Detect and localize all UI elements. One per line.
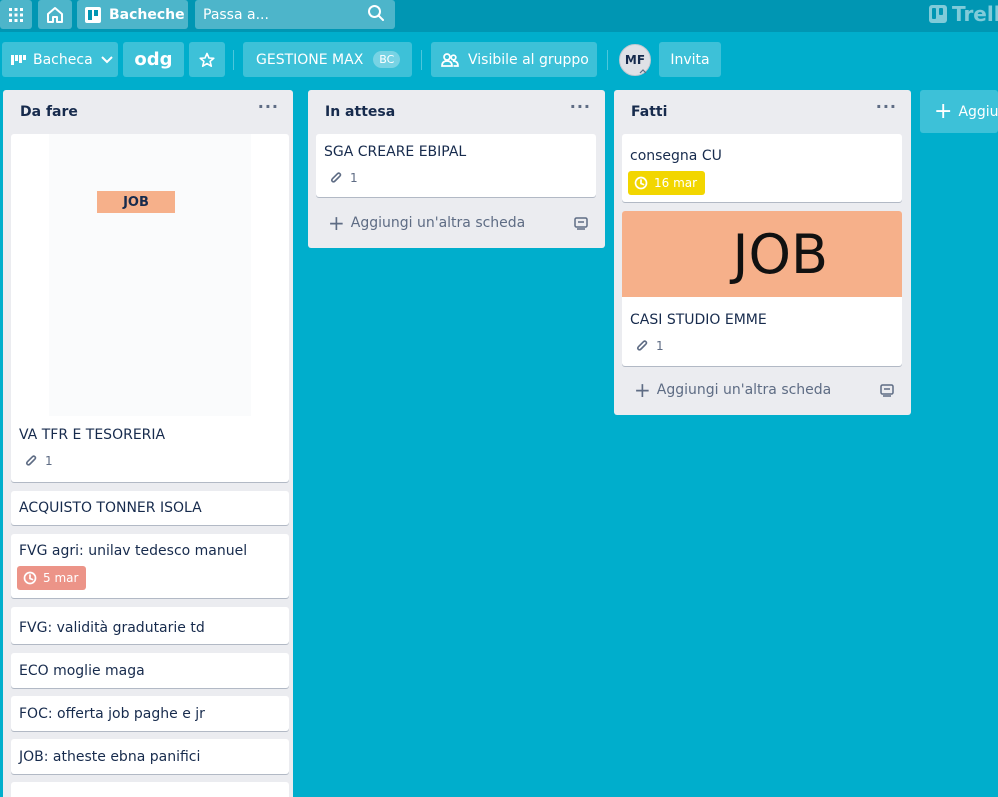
apps-button[interactable] bbox=[0, 0, 32, 29]
paperclip-icon bbox=[25, 455, 37, 466]
list-menu-button[interactable]: ··· bbox=[570, 99, 591, 115]
card-title: CASI STUDIO EMME bbox=[630, 312, 767, 328]
card-title: consegna CU bbox=[630, 148, 722, 164]
top-navigation-bar: Bacheche Passa a... Trello bbox=[0, 0, 998, 32]
clock-icon bbox=[23, 571, 37, 585]
due-date-badge[interactable]: 5 mar bbox=[17, 566, 87, 590]
plus-icon: + bbox=[934, 98, 953, 124]
plus-icon: + bbox=[328, 211, 345, 235]
plus-icon: + bbox=[634, 378, 651, 402]
home-icon bbox=[47, 6, 63, 23]
star-board-button[interactable] bbox=[189, 42, 225, 77]
due-date-text: 5 mar bbox=[43, 571, 79, 585]
card-cover-image: JOB bbox=[622, 211, 902, 297]
team-visibility-icon bbox=[441, 52, 459, 67]
card[interactable]: FOC: offerta job paghe e jr bbox=[11, 696, 289, 731]
trello-logo[interactable]: Trello bbox=[929, 2, 998, 26]
list-header[interactable]: Da fare ··· bbox=[3, 90, 293, 134]
list-fatti: Fatti ··· consegna CU 16 mar JOB CASI ST… bbox=[614, 90, 911, 415]
card-badges: 1 bbox=[19, 454, 53, 468]
invite-button[interactable]: Invita bbox=[659, 42, 721, 77]
card[interactable]: JOB VA TFR E TESORERIA 1 bbox=[11, 134, 289, 482]
card[interactable]: FVG agri: unilav tedesco manuel 5 mar bbox=[11, 534, 289, 598]
card-title: FOC: offerta job paghe e jr bbox=[19, 706, 205, 722]
card-template-icon[interactable] bbox=[880, 384, 894, 397]
card[interactable]: consegna CU 16 mar bbox=[622, 134, 902, 202]
board-switcher-button[interactable]: Bacheca bbox=[2, 42, 118, 77]
apps-grid-icon bbox=[9, 7, 23, 22]
card[interactable]: ACQUISTO TONNER ISOLA bbox=[11, 491, 289, 525]
member-avatar[interactable]: MF bbox=[619, 44, 651, 76]
attachment-count: 1 bbox=[350, 171, 358, 185]
list-title[interactable]: Fatti bbox=[631, 104, 667, 120]
card-title: SGA CREARE EBIPAL bbox=[324, 144, 467, 160]
add-list-button[interactable]: + Aggiungi un'altra lista bbox=[920, 90, 998, 133]
header-divider bbox=[233, 50, 234, 70]
search-input[interactable]: Passa a... bbox=[195, 0, 395, 29]
card[interactable]: JOB: atheste ebna panifici bbox=[11, 739, 289, 774]
cover-label: JOB bbox=[97, 191, 175, 213]
search-icon bbox=[368, 5, 384, 21]
list-da-fare: Da fare ··· JOB VA TFR E TESORERIA 1 ACQ… bbox=[3, 90, 293, 797]
card-title: VA TFR E TESORERIA bbox=[19, 427, 166, 443]
visibility-label: Visibile al gruppo bbox=[468, 51, 589, 68]
header-divider bbox=[607, 50, 608, 70]
card-badges: 1 bbox=[324, 171, 358, 185]
list-title[interactable]: Da fare bbox=[20, 104, 78, 120]
board-title[interactable]: odg bbox=[123, 42, 184, 77]
star-icon bbox=[199, 52, 215, 67]
boards-label: Bacheche bbox=[109, 6, 185, 23]
card-badges: 1 bbox=[630, 339, 664, 353]
team-label: GESTIONE MAX bbox=[256, 51, 364, 68]
chevron-down-icon bbox=[100, 55, 113, 63]
attachment-count: 1 bbox=[45, 454, 53, 468]
card-title: ECO moglie maga bbox=[19, 663, 145, 679]
card[interactable]: ECO moglie maga bbox=[11, 653, 289, 688]
logo-text: Trello bbox=[952, 2, 998, 26]
trello-logo-icon bbox=[929, 5, 947, 23]
add-card-label: Aggiungi un'altra scheda bbox=[656, 382, 832, 398]
card-cover-image: JOB bbox=[49, 134, 251, 416]
header-divider bbox=[421, 50, 422, 70]
clock-icon bbox=[634, 176, 648, 190]
board-menu-icon bbox=[11, 54, 26, 65]
team-badge: BC bbox=[373, 51, 401, 68]
paperclip-icon bbox=[636, 340, 648, 351]
due-date-text: 16 mar bbox=[654, 176, 698, 190]
card-title: ACQUISTO TONNER ISOLA bbox=[19, 500, 202, 516]
list-header[interactable]: In attesa ··· bbox=[308, 90, 605, 134]
card[interactable]: FVG: validità gradutarie td bbox=[11, 607, 289, 644]
list-in-attesa: In attesa ··· SGA CREARE EBIPAL 1 + Aggi… bbox=[308, 90, 605, 248]
search-placeholder: Passa a... bbox=[203, 6, 269, 23]
due-date-badge[interactable]: 16 mar bbox=[628, 171, 706, 195]
board-menu-label: Bacheca bbox=[33, 51, 93, 68]
home-button[interactable] bbox=[38, 0, 72, 29]
card[interactable] bbox=[11, 782, 289, 797]
visibility-button[interactable]: Visibile al gruppo bbox=[431, 42, 597, 77]
card[interactable]: SGA CREARE EBIPAL 1 bbox=[316, 134, 596, 197]
card-title: FVG: validità gradutarie td bbox=[19, 620, 205, 636]
list-menu-button[interactable]: ··· bbox=[876, 99, 897, 115]
list-menu-button[interactable]: ··· bbox=[258, 99, 279, 115]
add-list-label: Aggiungi un'altra lista bbox=[958, 103, 998, 120]
cover-label: JOB bbox=[732, 222, 828, 286]
paperclip-icon bbox=[330, 172, 342, 183]
list-title[interactable]: In attesa bbox=[325, 104, 395, 120]
card-template-icon[interactable] bbox=[574, 217, 588, 230]
list-header[interactable]: Fatti ··· bbox=[614, 90, 911, 134]
card-title: JOB: atheste ebna panifici bbox=[19, 749, 201, 765]
boards-button[interactable]: Bacheche bbox=[77, 0, 188, 29]
admin-chevron-icon bbox=[639, 69, 647, 74]
boards-icon bbox=[85, 6, 101, 23]
add-card-button[interactable]: + Aggiungi un'altra scheda bbox=[328, 211, 526, 235]
card[interactable]: JOB CASI STUDIO EMME 1 bbox=[622, 211, 902, 366]
card-title: FVG agri: unilav tedesco manuel bbox=[19, 543, 248, 559]
member-initials: MF bbox=[624, 53, 646, 67]
attachment-count: 1 bbox=[656, 339, 664, 353]
team-button[interactable]: GESTIONE MAX BC bbox=[243, 42, 412, 77]
add-card-button[interactable]: + Aggiungi un'altra scheda bbox=[634, 378, 832, 402]
add-card-label: Aggiungi un'altra scheda bbox=[350, 215, 526, 231]
